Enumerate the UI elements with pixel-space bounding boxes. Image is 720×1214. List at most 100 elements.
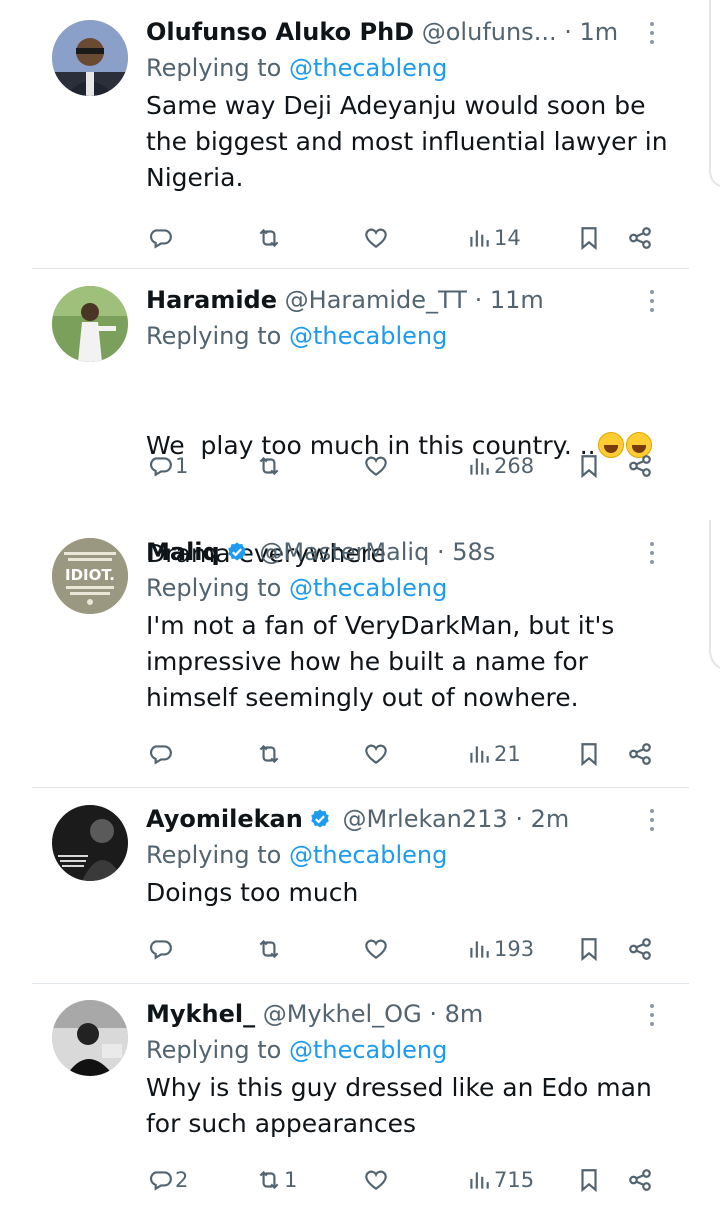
views-bar-chart-icon xyxy=(470,230,489,247)
avatar[interactable] xyxy=(52,1000,128,1076)
heart-icon xyxy=(365,228,387,248)
replying-to: Replying to @thecableng xyxy=(146,50,447,86)
like-button[interactable] xyxy=(363,1160,389,1200)
mention-link[interactable]: @thecableng xyxy=(289,841,447,869)
reply-button[interactable]: 2 xyxy=(147,1160,188,1200)
bookmark-button[interactable] xyxy=(576,734,602,774)
reply-count: 2 xyxy=(175,1168,189,1192)
avatar-text: IDIOT. xyxy=(65,566,115,584)
reply-button[interactable] xyxy=(147,218,175,258)
tweet-reply[interactable]: Haramide @Haramide_TT · 11m Replying to … xyxy=(0,280,690,568)
heart-icon xyxy=(365,744,387,764)
reply-button[interactable]: 1 xyxy=(147,446,188,486)
timestamp[interactable]: 11m xyxy=(490,286,544,314)
avatar[interactable] xyxy=(52,20,128,96)
display-name[interactable]: Maliq xyxy=(146,538,220,566)
views-count: 715 xyxy=(494,1168,535,1192)
views-bar-chart-icon xyxy=(470,1172,489,1189)
display-name[interactable]: Olufunso Aluko PhD xyxy=(146,18,414,46)
timestamp[interactable]: 1m xyxy=(580,18,619,46)
like-button[interactable] xyxy=(363,929,389,969)
mention-link[interactable]: @thecableng xyxy=(289,574,447,602)
retweet-icon xyxy=(259,1170,279,1190)
action-bar: 21 xyxy=(0,734,690,774)
like-button[interactable] xyxy=(363,446,389,486)
bookmark-button[interactable] xyxy=(576,218,602,258)
retweet-button[interactable]: 1 xyxy=(256,1160,297,1200)
replying-to: Replying to @thecableng xyxy=(146,570,447,606)
display-name[interactable]: Haramide xyxy=(146,286,277,314)
reply-button[interactable] xyxy=(147,929,175,969)
retweet-count: 1 xyxy=(284,1168,298,1192)
share-button[interactable] xyxy=(627,734,653,774)
timestamp[interactable]: 8m xyxy=(445,1000,484,1028)
heart-icon xyxy=(365,456,387,476)
handle[interactable]: @MasterMaliq xyxy=(259,538,429,566)
like-button[interactable] xyxy=(363,734,389,774)
more-vertical-icon[interactable] xyxy=(642,1004,662,1030)
display-name[interactable]: Mykhel_ xyxy=(146,1000,255,1028)
retweet-button[interactable] xyxy=(256,929,284,969)
views-button[interactable]: 268 xyxy=(466,446,534,486)
views-button[interactable]: 715 xyxy=(466,1160,534,1200)
handle[interactable]: @olufuns... xyxy=(422,18,557,46)
timestamp[interactable]: 58s xyxy=(452,538,495,566)
more-vertical-icon[interactable] xyxy=(642,809,662,835)
reply-bubble-icon xyxy=(149,229,172,249)
share-button[interactable] xyxy=(627,929,653,969)
reply-bubble-icon xyxy=(149,1171,172,1191)
avatar[interactable] xyxy=(52,286,128,362)
handle[interactable]: @Mykhel_OG xyxy=(263,1000,422,1028)
views-button[interactable]: 21 xyxy=(466,734,521,774)
mention-link[interactable]: @thecableng xyxy=(289,322,447,350)
retweet-button[interactable] xyxy=(256,446,284,486)
avatar[interactable]: IDIOT. xyxy=(52,538,128,614)
separator-dot: · xyxy=(474,286,483,314)
replying-to-label: Replying to xyxy=(146,1036,282,1064)
views-button[interactable]: 14 xyxy=(466,218,521,258)
retweet-button[interactable] xyxy=(256,218,284,258)
tweet-header: Ayomilekan @Mrlekan213 · 2m xyxy=(146,799,569,839)
more-vertical-icon[interactable] xyxy=(642,542,662,568)
more-vertical-icon[interactable] xyxy=(642,290,662,316)
views-count: 14 xyxy=(494,226,521,250)
share-button[interactable] xyxy=(627,1160,653,1200)
action-bar: 14 xyxy=(0,218,690,258)
mention-link[interactable]: @thecableng xyxy=(289,54,447,82)
display-name[interactable]: Ayomilekan xyxy=(146,805,303,833)
bookmark-button[interactable] xyxy=(576,1160,602,1200)
bookmark-button[interactable] xyxy=(576,929,602,969)
replying-to-label: Replying to xyxy=(146,322,282,350)
retweet-button[interactable] xyxy=(256,734,284,774)
views-button[interactable]: 193 xyxy=(466,929,534,969)
tweet-reply[interactable]: Mykhel_ @Mykhel_OG · 8m Replying to @the… xyxy=(0,994,690,1208)
timestamp[interactable]: 2m xyxy=(531,805,570,833)
avatar[interactable] xyxy=(52,805,128,881)
retweet-icon xyxy=(259,939,279,959)
mention-link[interactable]: @thecableng xyxy=(289,1036,447,1064)
like-button[interactable] xyxy=(363,218,389,258)
tweet-reply[interactable]: IDIOT. Maliq @MasterMaliq · 58s Replying… xyxy=(0,532,690,786)
reply-count: 1 xyxy=(175,454,189,478)
tweet-header: Maliq @MasterMaliq · 58s xyxy=(146,532,495,572)
reply-bubble-icon xyxy=(149,457,172,477)
bookmark-button[interactable] xyxy=(576,446,602,486)
share-icon xyxy=(629,227,651,249)
share-icon xyxy=(629,938,651,960)
handle[interactable]: @Mrlekan213 xyxy=(342,805,507,833)
replying-to: Replying to @thecableng xyxy=(146,1032,447,1068)
handle[interactable]: @Haramide_TT xyxy=(285,286,467,314)
replying-to: Replying to @thecableng xyxy=(146,318,447,354)
tweet-reply[interactable]: Olufunso Aluko PhD @olufuns... · 1m Repl… xyxy=(0,12,690,268)
separator-dot: · xyxy=(436,538,445,566)
share-button[interactable] xyxy=(627,218,653,258)
separator-dot: · xyxy=(515,805,523,833)
tweet-reply[interactable]: Ayomilekan @Mrlekan213 · 2m Replying to … xyxy=(0,799,690,983)
share-button[interactable] xyxy=(627,446,653,486)
bookmark-icon xyxy=(581,455,597,479)
views-bar-chart-icon xyxy=(470,458,489,475)
heart-icon xyxy=(365,1170,387,1190)
share-icon xyxy=(629,743,651,765)
more-vertical-icon[interactable] xyxy=(642,22,662,48)
reply-button[interactable] xyxy=(147,734,175,774)
